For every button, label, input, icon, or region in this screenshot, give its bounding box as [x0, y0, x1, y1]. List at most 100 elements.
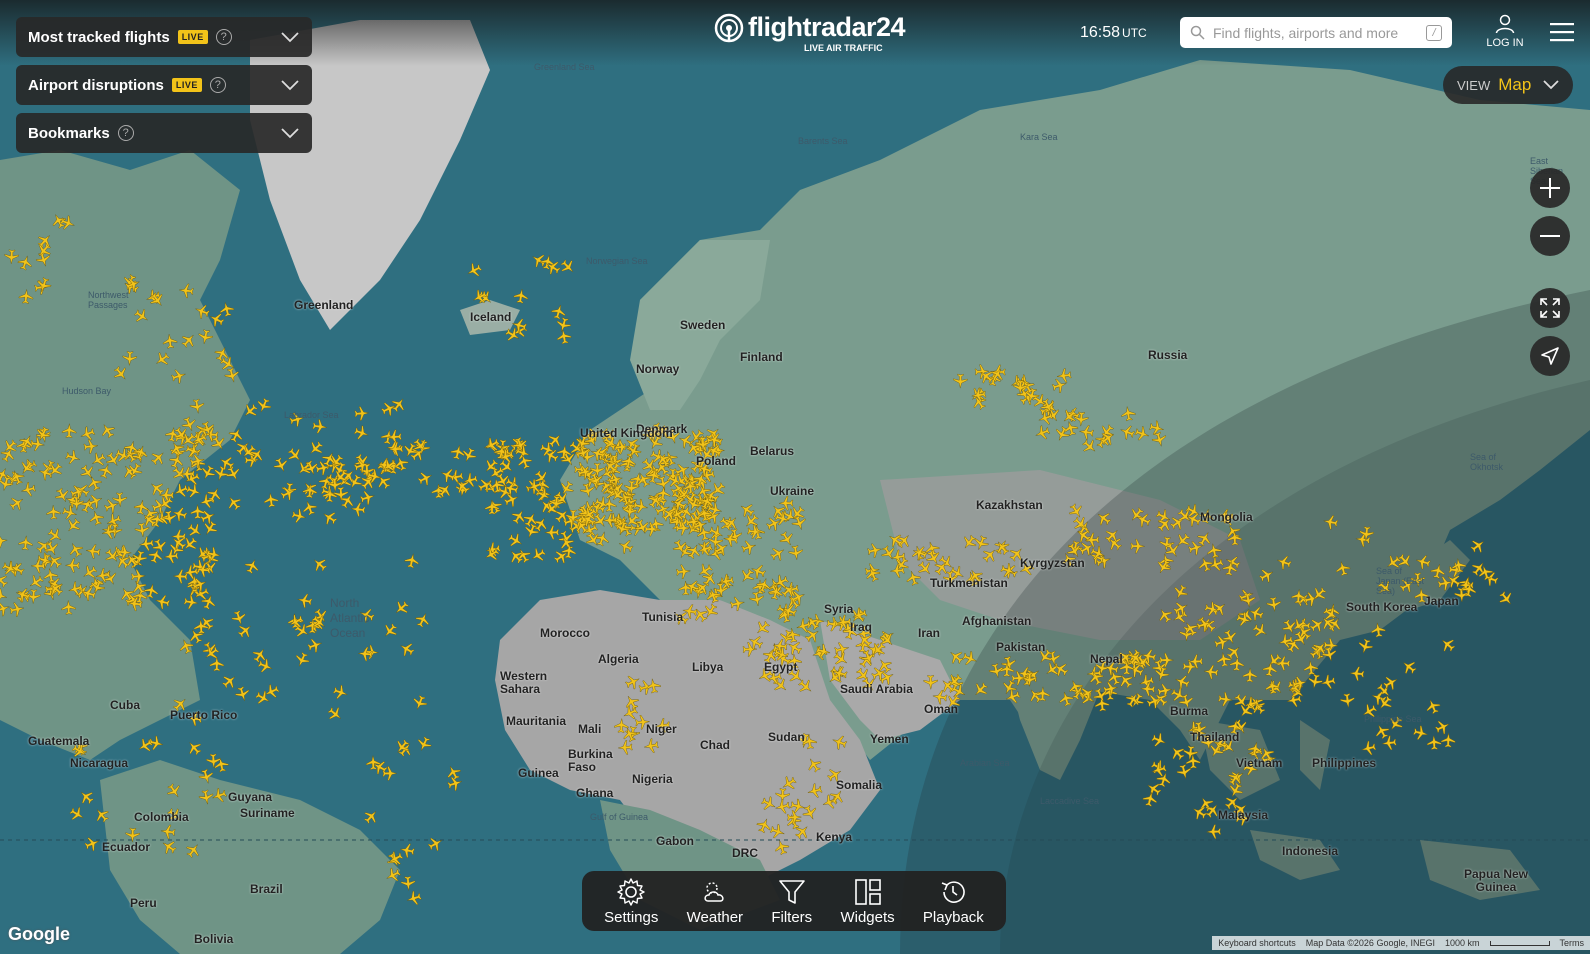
- gear-icon: [617, 877, 645, 906]
- zoom-in-button[interactable]: [1530, 168, 1570, 208]
- label-gulf-of-guinea: Gulf of Guinea: [590, 812, 649, 822]
- locate-me-button[interactable]: [1530, 336, 1570, 376]
- bookmarks-panel[interactable]: Bookmarks ?: [16, 113, 312, 153]
- label-sudan: Sudan: [768, 730, 805, 744]
- airport-disruptions-label: Airport disruptions: [28, 76, 164, 94]
- label-philippines: Philippines: [1312, 756, 1377, 770]
- label-burkina-faso: Burkina Faso: [568, 747, 613, 774]
- label-mali: Mali: [578, 722, 602, 736]
- label-russia: Russia: [1148, 348, 1188, 362]
- label-niger: Niger: [646, 722, 677, 736]
- navigation-arrow-icon: [1541, 347, 1559, 365]
- label-ecuador: Ecuador: [102, 840, 151, 854]
- hamburger-menu-icon[interactable]: [1550, 22, 1574, 42]
- help-icon[interactable]: ?: [215, 29, 232, 45]
- view-selector[interactable]: VIEW Map: [1443, 66, 1573, 104]
- clock-timezone: UTC: [1122, 26, 1147, 40]
- user-icon: [1495, 14, 1515, 34]
- chevron-down-icon: [1543, 80, 1559, 90]
- bookmarks-label: Bookmarks: [28, 124, 110, 142]
- label-morocco: Morocco: [540, 626, 591, 640]
- login-button[interactable]: LOG IN: [1483, 14, 1527, 49]
- label-thailand: Thailand: [1190, 730, 1240, 744]
- scale-label: 1000 km: [1444, 938, 1480, 948]
- label-nepal: Nepal: [1090, 652, 1123, 666]
- zoom-out-button[interactable]: [1530, 216, 1570, 256]
- label-chad: Chad: [700, 738, 730, 752]
- chevron-down-icon[interactable]: [280, 79, 300, 91]
- filters-button[interactable]: Filters: [771, 877, 812, 926]
- label-ukraine: Ukraine: [770, 484, 815, 498]
- label-hudson-bay: Hudson Bay: [62, 386, 112, 396]
- plus-icon: [1540, 178, 1560, 198]
- weather-button[interactable]: Weather: [687, 877, 743, 926]
- google-logo: Google: [8, 924, 70, 944]
- label-norway: Norway: [636, 362, 680, 376]
- map-data-credit: Map Data ©2026 Google, INEGI: [1305, 938, 1435, 948]
- most-tracked-flights-panel[interactable]: Most tracked flights LIVE ?: [16, 17, 312, 57]
- label-colombia: Colombia: [134, 810, 189, 824]
- label-cuba: Cuba: [110, 698, 140, 712]
- label-greenland-sea: Greenland Sea: [534, 62, 595, 72]
- label-ghana: Ghana: [576, 786, 614, 800]
- label-gabon: Gabon: [656, 834, 694, 848]
- flightradar24-logo[interactable]: flightradar24 LIVE AIR TRAFFIC: [714, 12, 906, 53]
- weather-label: Weather: [686, 908, 744, 926]
- weather-icon: [704, 881, 724, 902]
- label-uk: United Kingdom: [580, 426, 673, 440]
- label-north-atlantic: North Atlantic Ocean: [330, 596, 370, 640]
- help-icon[interactable]: ?: [209, 77, 226, 93]
- label-iraq: Iraq: [850, 620, 873, 634]
- label-puerto-rico: Puerto Rico: [170, 708, 238, 722]
- settings-button[interactable]: Settings: [604, 877, 658, 926]
- label-vietnam: Vietnam: [1236, 756, 1283, 770]
- label-sea-of-okhotsk: Sea of Okhotsk: [1470, 452, 1504, 472]
- label-nigeria: Nigeria: [632, 772, 673, 786]
- utc-clock: 16:58 UTC: [1080, 24, 1147, 42]
- label-arabian-sea: Arabian Sea: [960, 758, 1010, 768]
- playback-icon: [942, 880, 966, 903]
- label-belarus: Belarus: [750, 444, 795, 458]
- label-poland: Poland: [696, 454, 737, 468]
- chevron-down-icon[interactable]: [280, 31, 300, 43]
- label-kara-sea: Kara Sea: [1020, 132, 1058, 142]
- label-saudi-arabia: Saudi Arabia: [840, 682, 913, 696]
- live-badge: LIVE: [171, 78, 202, 92]
- search-input[interactable]: [1213, 24, 1426, 41]
- label-oman: Oman: [924, 702, 959, 716]
- radar-logo-icon: [714, 13, 744, 42]
- label-tunisia: Tunisia: [642, 610, 684, 624]
- label-barents-sea: Barents Sea: [798, 136, 848, 146]
- chevron-down-icon[interactable]: [280, 127, 300, 139]
- label-pakistan: Pakistan: [996, 640, 1046, 654]
- playback-button[interactable]: Playback: [923, 877, 984, 926]
- label-peru: Peru: [130, 896, 157, 910]
- label-syria: Syria: [824, 602, 854, 616]
- label-kazakhstan: Kazakhstan: [976, 498, 1043, 512]
- fullscreen-button[interactable]: [1530, 288, 1570, 328]
- terms-link[interactable]: Terms: [1560, 938, 1585, 948]
- label-algeria: Algeria: [598, 652, 639, 666]
- label-yemen: Yemen: [870, 732, 909, 746]
- map-attribution: Keyboard shortcuts Map Data ©2026 Google…: [1212, 936, 1590, 950]
- keyboard-shortcuts-link[interactable]: Keyboard shortcuts: [1218, 938, 1296, 948]
- minus-icon: [1540, 235, 1560, 237]
- label-philippine-sea: Philippine Sea: [1364, 714, 1422, 724]
- label-labrador-sea: Labrador Sea: [284, 410, 339, 420]
- label-egypt: Egypt: [764, 660, 798, 674]
- help-icon[interactable]: ?: [117, 125, 134, 141]
- label-afghanistan: Afghanistan: [962, 614, 1032, 628]
- search-box[interactable]: /: [1180, 17, 1452, 48]
- label-sea-of-japan: Sea of Japan (East Sea): [1376, 566, 1425, 596]
- filters-label: Filters: [771, 908, 813, 926]
- search-shortcut-key: /: [1426, 24, 1442, 41]
- label-kenya: Kenya: [816, 830, 853, 844]
- label-kyrgyzstan: Kyrgyzstan: [1020, 556, 1085, 570]
- widgets-button[interactable]: Widgets: [840, 877, 895, 926]
- label-south-korea: South Korea: [1346, 600, 1418, 614]
- most-tracked-label: Most tracked flights: [28, 28, 170, 46]
- label-western-sahara: Western Sahara: [500, 669, 548, 696]
- airport-disruptions-panel[interactable]: Airport disruptions LIVE ?: [16, 65, 312, 105]
- playback-label: Playback: [922, 908, 984, 926]
- label-japan: Japan: [1424, 594, 1459, 608]
